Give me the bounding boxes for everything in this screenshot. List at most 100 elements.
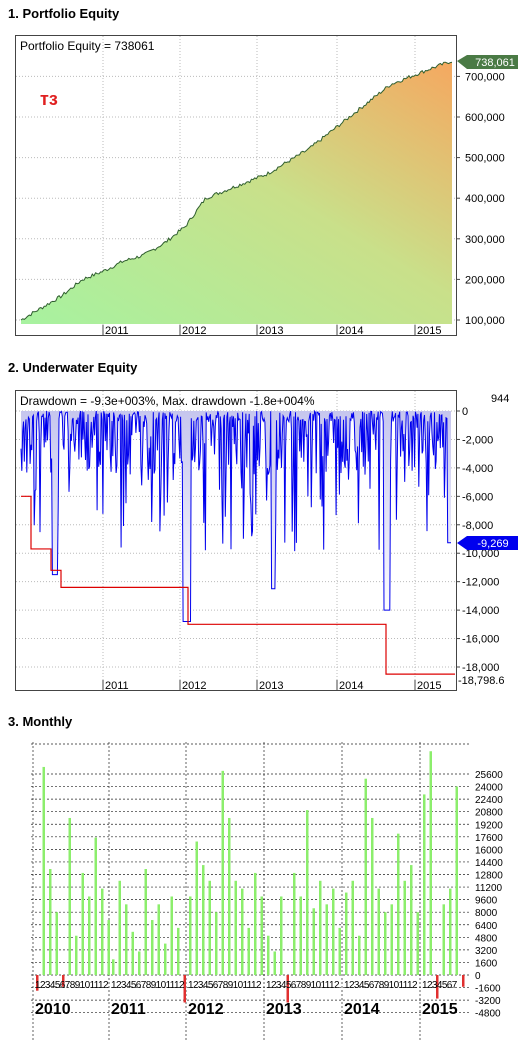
underwater-x-tick-label: 2012 — [182, 680, 206, 692]
monthly-year-label: 2014 — [344, 1001, 380, 1018]
portfolio-equity-chart: Portfolio Equity = 738061 тз 100,000 200,… — [15, 35, 518, 337]
monthly-bar — [273, 951, 276, 975]
monthly-month-label: 123456789101112 — [188, 980, 262, 991]
underwater-last-value-label: -9,269 — [477, 538, 508, 550]
underwater-y-tick-label: -4,000 — [462, 463, 493, 475]
monthly-year-label: 2012 — [188, 1001, 224, 1018]
monthly-y-tick-label: -3200 — [475, 996, 501, 1007]
monthly-y-tick-label: 19200 — [475, 820, 503, 831]
monthly-y-tick-label: 22400 — [475, 795, 503, 806]
monthly-month-label: 123456789101112 — [111, 980, 185, 991]
equity-y-tick-label: 100,000 — [465, 315, 505, 327]
monthly-bar — [131, 931, 134, 975]
monthly-y-tick-label: 14400 — [475, 858, 503, 869]
underwater-y-tick-label: 0 — [462, 406, 468, 418]
underwater-y-tick-label: -10,000 — [462, 548, 499, 560]
monthly-bar — [55, 912, 58, 975]
monthly-bar — [228, 817, 231, 975]
monthly-month-labels: 123456789101112 123456789101112 1234567891… — [35, 980, 458, 991]
monthly-bar — [384, 912, 387, 975]
underwater-x-tick-label: 2015 — [417, 680, 441, 692]
monthly-bar — [254, 872, 257, 975]
monthly-bar — [351, 880, 354, 975]
underwater-x-tick-label: 2013 — [259, 680, 283, 692]
monthly-bar — [49, 869, 52, 975]
monthly-bar — [189, 896, 192, 975]
monthly-y-tick-label: 9600 — [475, 896, 498, 907]
monthly-bar — [416, 912, 419, 975]
monthly-bar — [164, 943, 167, 975]
equity-header: Portfolio Equity = 738061 — [20, 39, 155, 53]
monthly-bar — [151, 920, 154, 975]
underwater-y-tick-label: -8,000 — [462, 520, 493, 532]
equity-last-value-label: 738,061 — [475, 57, 515, 69]
monthly-bar — [81, 872, 84, 975]
monthly-year-label: 2013 — [266, 1001, 302, 1018]
monthly-y-tick-label: 1600 — [475, 958, 498, 969]
underwater-y-tick-label: -16,000 — [462, 634, 499, 646]
underwater-y-tick-label: -12,000 — [462, 577, 499, 589]
equity-y-tick-label: 700,000 — [465, 71, 505, 83]
monthly-bar — [125, 904, 128, 975]
equity-y-ticks: 100,000 200,000 300,000 400,000 500,000 600,0… — [456, 71, 505, 327]
monthly-bar — [332, 888, 335, 975]
monthly-bar — [403, 880, 406, 975]
monthly-bar — [280, 896, 283, 975]
monthly-bar — [364, 778, 367, 975]
monthly-bar — [306, 810, 309, 975]
monthly-y-tick-label: 11200 — [475, 883, 503, 894]
monthly-bar — [101, 888, 104, 975]
monthly-bar — [390, 904, 393, 975]
monthly-bar — [118, 880, 121, 975]
section-title-monthly: 3. Monthly — [8, 714, 73, 729]
equity-x-tick-label: 2015 — [417, 325, 441, 337]
monthly-year-label: 2015 — [422, 1001, 458, 1018]
monthly-y-tick-label: 6400 — [475, 921, 498, 932]
monthly-y-tick-label: 4800 — [475, 933, 498, 944]
monthly-month-label: 123456789101112 — [266, 980, 340, 991]
underwater-y-tick-label: -2,000 — [462, 434, 493, 446]
monthly-bar — [157, 904, 160, 975]
monthly-bar — [358, 935, 361, 975]
monthly-y-tick-label: 16000 — [475, 845, 503, 856]
monthly-bar — [267, 935, 270, 975]
equity-y-tick-label: 200,000 — [465, 274, 505, 286]
equity-y-tick-label: 300,000 — [465, 234, 505, 246]
section-title-underwater-equity: 2. Underwater Equity — [8, 360, 138, 375]
equity-x-tick-label: 2014 — [339, 325, 363, 337]
monthly-bar — [377, 888, 380, 975]
monthly-y-tick-label: 3200 — [475, 946, 498, 957]
monthly-month-label: 123456789101112 — [344, 980, 418, 991]
monthly-y-ticks: 2560024000224002080019200176001600014400… — [475, 770, 503, 1020]
underwater-y-tick-label: -6,000 — [462, 491, 493, 503]
monthly-year-label: 2010 — [35, 1001, 71, 1018]
equity-x-tick-label: 2013 — [259, 325, 283, 337]
equity-y-tick-label: 500,000 — [465, 153, 505, 165]
monthly-y-tick-label: -1600 — [475, 984, 501, 995]
monthly-bar — [202, 865, 205, 975]
monthly-bar — [138, 951, 141, 975]
monthly-bar — [144, 869, 147, 975]
monthly-y-tick-label: 25600 — [475, 770, 503, 781]
monthly-y-tick-label: 24000 — [475, 783, 503, 794]
monthly-y-tick-label: 8000 — [475, 908, 498, 919]
monthly-bar — [260, 896, 263, 975]
monthly-bar — [68, 817, 71, 975]
monthly-bar — [462, 975, 465, 987]
monthly-bar — [75, 935, 78, 975]
monthly-year-label: 2011 — [111, 1001, 146, 1018]
monthly-bar — [442, 904, 445, 975]
underwater-equity-chart: Drawdown = -9.3e+003%, Max. drawdown -1.… — [15, 390, 518, 692]
monthly-bar — [449, 888, 452, 975]
monthly-bar — [429, 751, 432, 975]
equity-x-tick-label: 2012 — [182, 325, 206, 337]
monthly-bar — [345, 892, 348, 975]
monthly-bar — [319, 880, 322, 975]
monthly-bar — [221, 770, 224, 975]
monthly-bar — [170, 896, 173, 975]
section-title-portfolio-equity: 1. Portfolio Equity — [8, 6, 120, 21]
monthly-bar — [42, 766, 45, 975]
equity-x-tick-label: 2011 — [105, 325, 129, 337]
monthly-y-tick-label: 0 — [475, 971, 481, 982]
monthly-bar — [215, 912, 218, 975]
